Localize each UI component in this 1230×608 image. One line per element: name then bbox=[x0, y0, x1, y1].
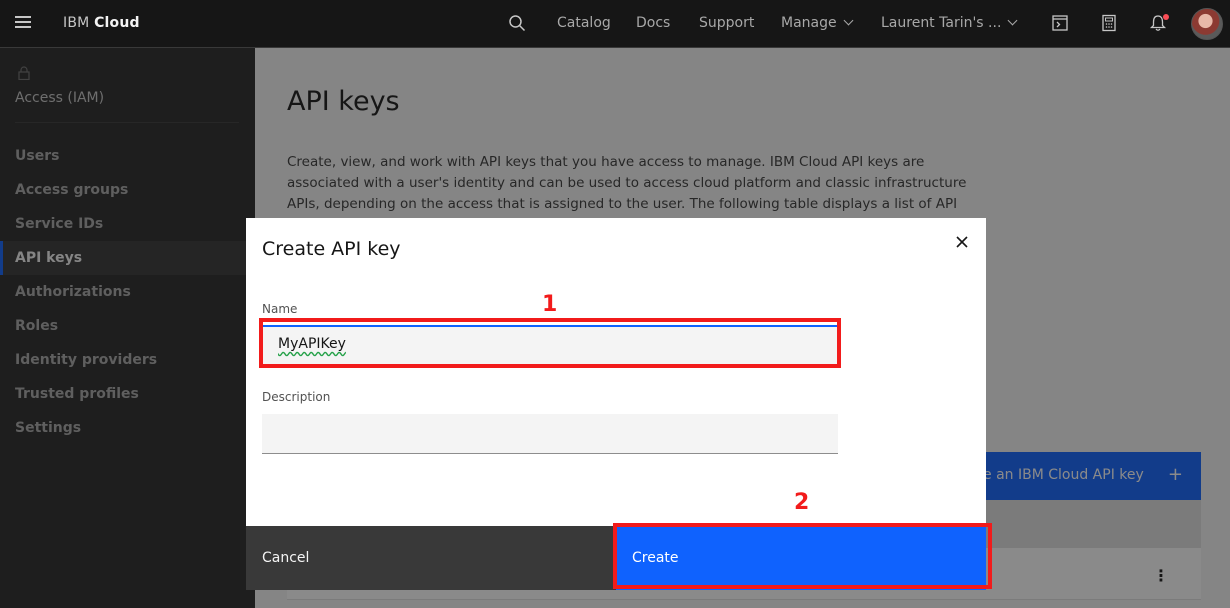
nav-docs[interactable]: Docs bbox=[636, 15, 670, 31]
description-input[interactable] bbox=[262, 414, 838, 454]
name-label: Name bbox=[262, 302, 298, 316]
top-navigation-bar: IBM Cloud Catalog Docs Support Manage La… bbox=[0, 0, 1230, 48]
chevron-down-icon bbox=[843, 15, 854, 26]
close-icon[interactable] bbox=[954, 234, 970, 250]
cancel-button[interactable]: Cancel bbox=[246, 526, 616, 590]
notification-badge bbox=[1163, 14, 1169, 20]
menu-icon[interactable] bbox=[15, 16, 31, 30]
account-switcher[interactable]: Laurent Tarin's ... bbox=[881, 15, 1018, 31]
description-label: Description bbox=[262, 390, 331, 404]
brand-prefix: IBM bbox=[63, 15, 90, 31]
chevron-down-icon bbox=[1007, 15, 1018, 26]
annotation-step-2: 2 bbox=[794, 490, 810, 515]
brand-logo[interactable]: IBM Cloud bbox=[63, 15, 140, 31]
search-icon[interactable] bbox=[508, 14, 526, 32]
nav-support[interactable]: Support bbox=[699, 15, 754, 31]
calculator-icon[interactable] bbox=[1100, 14, 1118, 32]
nav-catalog[interactable]: Catalog bbox=[557, 15, 611, 31]
nav-manage[interactable]: Manage bbox=[781, 15, 854, 31]
avatar[interactable] bbox=[1191, 8, 1223, 40]
terminal-icon[interactable] bbox=[1051, 14, 1069, 32]
account-name: Laurent Tarin's ... bbox=[881, 15, 1002, 31]
modal-title: Create API key bbox=[262, 238, 401, 260]
nav-manage-label: Manage bbox=[781, 15, 837, 31]
brand-name: Cloud bbox=[94, 15, 140, 31]
annotation-box-name-field bbox=[259, 318, 841, 368]
annotation-step-1: 1 bbox=[542, 292, 558, 317]
annotation-box-create-button bbox=[613, 523, 992, 589]
